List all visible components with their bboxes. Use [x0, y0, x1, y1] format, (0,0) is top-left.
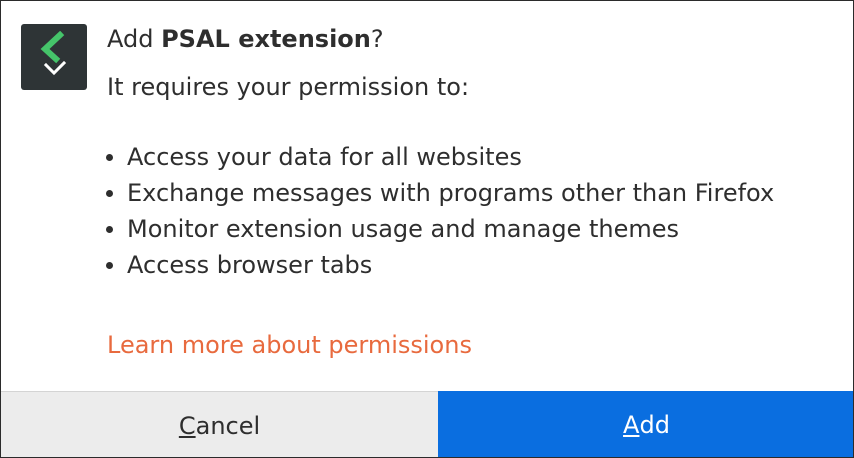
permission-item: Access browser tabs — [106, 247, 807, 283]
cancel-mnemonic: C — [178, 411, 196, 440]
title-suffix: ? — [370, 25, 384, 53]
cancel-button[interactable]: Cancel — [1, 391, 438, 457]
dialog-title: Add PSAL extension? — [107, 25, 384, 53]
permission-prompt: It requires your permission to: — [107, 73, 470, 101]
psal-logo-icon — [40, 31, 67, 76]
permission-item: Exchange messages with programs other th… — [106, 175, 807, 211]
add-label: dd — [639, 411, 670, 439]
cancel-label: ancel — [195, 411, 261, 440]
extension-icon — [21, 24, 87, 90]
permission-item: Access your data for all websites — [106, 139, 807, 175]
permission-item: Monitor extension usage and manage theme… — [106, 211, 807, 247]
add-mnemonic: A — [623, 411, 640, 439]
title-prefix: Add — [107, 25, 162, 53]
learn-more-link[interactable]: Learn more about permissions — [107, 331, 472, 359]
extension-permission-dialog: Add PSAL extension? It requires your per… — [0, 0, 854, 458]
add-button[interactable]: Add — [438, 391, 853, 457]
dialog-footer: Cancel Add — [1, 391, 853, 457]
extension-name: PSAL extension — [161, 25, 371, 53]
permissions-list: Access your data for all websites Exchan… — [106, 139, 807, 283]
